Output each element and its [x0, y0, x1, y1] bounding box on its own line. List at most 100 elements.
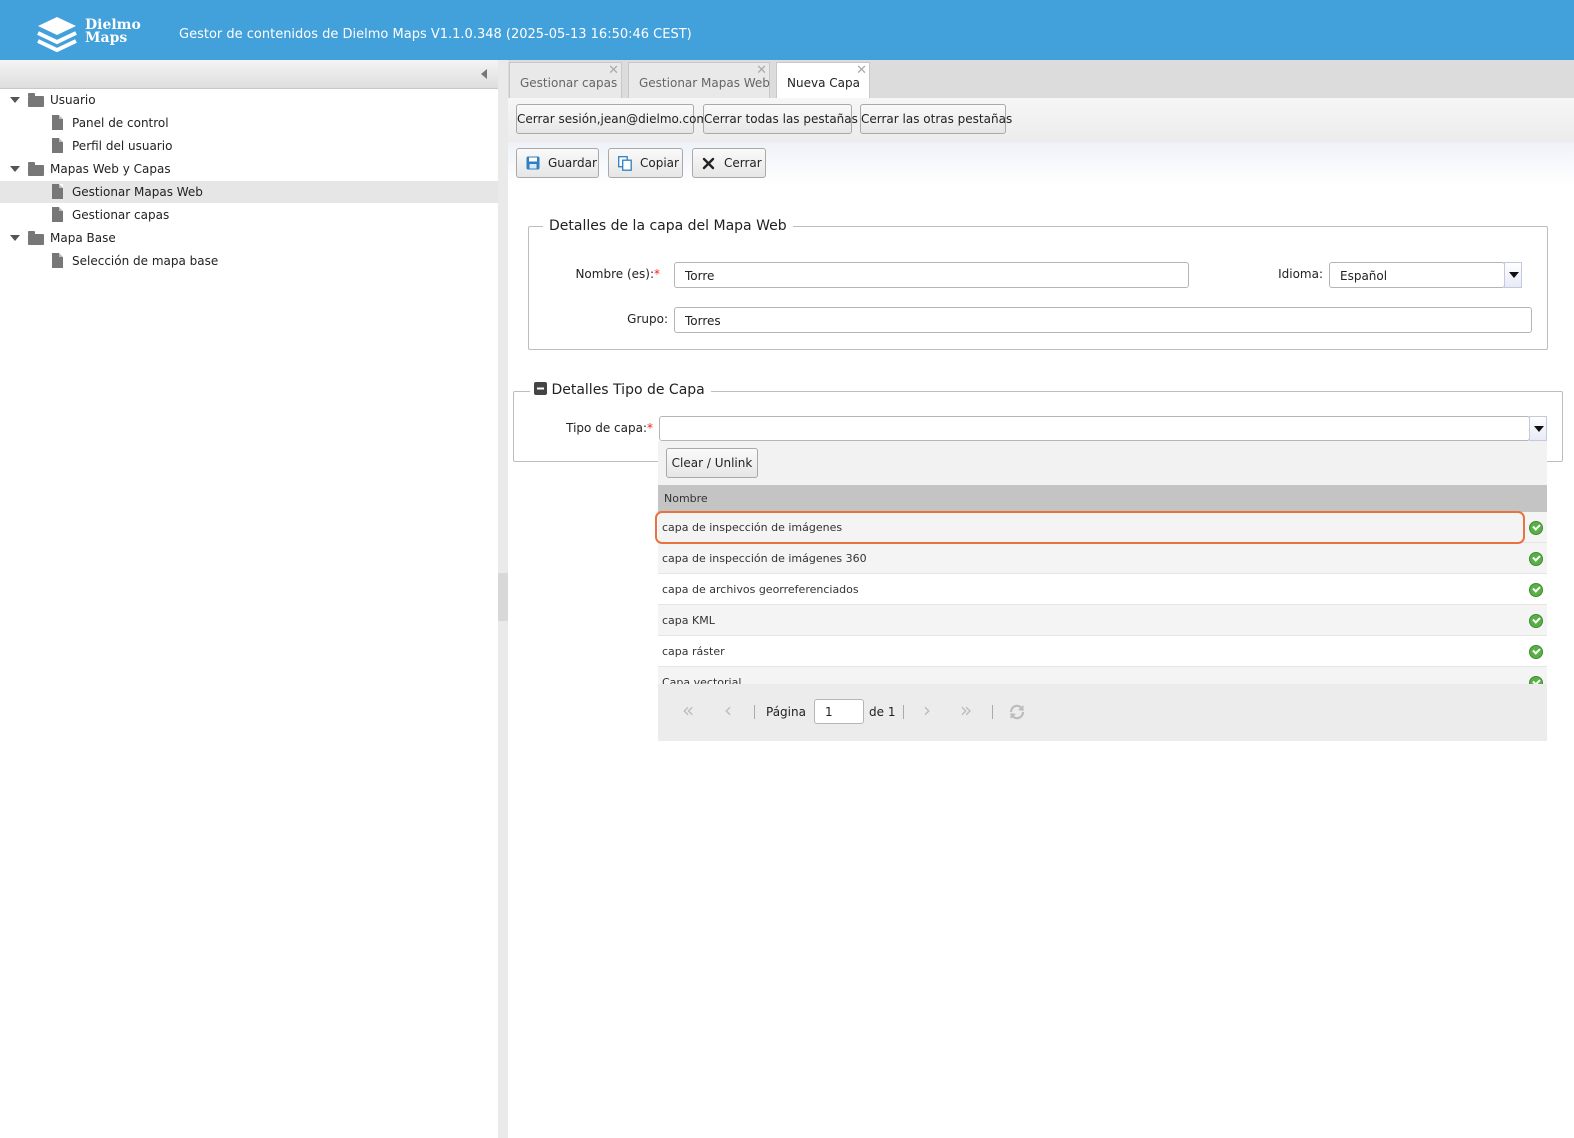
- expand-arrow-icon[interactable]: [10, 166, 20, 172]
- document-icon: [52, 184, 63, 199]
- layer-type-dropdown-icon[interactable]: [1529, 416, 1547, 441]
- check-circle-icon: [1529, 521, 1543, 535]
- document-icon: [52, 207, 63, 222]
- name-label: Nombre (es):*: [560, 267, 660, 281]
- separator: [754, 705, 755, 719]
- next-page-icon[interactable]: ›: [923, 698, 931, 722]
- tree-item-gestionar-capas[interactable]: Gestionar capas: [0, 204, 498, 226]
- layer-type-label-text: Tipo de capa:: [566, 421, 647, 435]
- first-page-icon[interactable]: «: [682, 698, 694, 722]
- copy-label: Copiar: [640, 156, 679, 170]
- required-mark: *: [647, 421, 653, 435]
- folder-open-icon: [28, 231, 44, 245]
- tab-label: Nueva Capa: [787, 76, 860, 90]
- copy-icon: [618, 156, 632, 171]
- app-header: Dielmo Maps Gestor de contenidos de Diel…: [0, 0, 1574, 60]
- check-circle-icon: [1529, 645, 1543, 659]
- navigation-toolbar: [0, 60, 498, 89]
- collapse-panel-icon[interactable]: [481, 69, 487, 79]
- last-page-icon[interactable]: »: [960, 698, 972, 722]
- expand-arrow-icon[interactable]: [10, 97, 20, 103]
- tree-item-gestionar-mapas-web[interactable]: Gestionar Mapas Web: [0, 181, 498, 203]
- tree-item-label: Panel de control: [72, 116, 169, 130]
- document-icon: [52, 253, 63, 268]
- splitter-handle[interactable]: [498, 573, 508, 621]
- page-count-label: de 1: [869, 705, 896, 719]
- check-circle-icon: [1529, 552, 1543, 566]
- tree-item-perfil-del-usuario[interactable]: Perfil del usuario: [0, 135, 498, 157]
- folder-open-icon: [28, 162, 44, 176]
- tree-item-label: Gestionar Mapas Web: [72, 185, 203, 199]
- check-circle-icon: [1529, 614, 1543, 628]
- page-number-input[interactable]: 1: [814, 699, 864, 724]
- tab-gestionar-capas[interactable]: Gestionar capas ✕: [509, 62, 622, 98]
- language-dropdown-icon[interactable]: [1504, 262, 1522, 288]
- dielmo-logo-icon: [37, 17, 77, 53]
- selection-highlight: [655, 511, 1525, 544]
- close-other-tabs-button[interactable]: Cerrar las otras pestañas: [860, 104, 1012, 134]
- expand-arrow-icon[interactable]: [10, 235, 20, 241]
- layer-details-legend: Detalles de la capa del Mapa Web: [543, 218, 793, 234]
- tree-item-mapa-base[interactable]: Mapa Base: [0, 227, 498, 249]
- tab-nueva-capa[interactable]: Nueva Capa ✕: [776, 62, 870, 98]
- tab-label: Gestionar Mapas Web: [639, 76, 770, 90]
- page-label: Página: [766, 705, 806, 719]
- logout-button[interactable]: Cerrar sesión,jean@dielmo.com: [516, 104, 708, 134]
- tree-item-seleccion-de-mapa-base[interactable]: Selección de mapa base: [0, 250, 498, 272]
- brand-name: Dielmo Maps: [85, 18, 141, 46]
- tree-item-label: Usuario: [50, 93, 96, 107]
- tab-bar: Gestionar capas ✕ Gestionar Mapas Web ✕ …: [508, 60, 1574, 98]
- list-item[interactable]: capa KML: [658, 605, 1547, 636]
- previous-page-icon[interactable]: ‹: [724, 698, 732, 722]
- list-item-label: capa KML: [662, 614, 715, 627]
- separator: [992, 705, 993, 719]
- close-icon[interactable]: ✕: [856, 64, 867, 77]
- layer-type-combo[interactable]: [659, 416, 1530, 441]
- brand-line-2: Maps: [85, 30, 128, 46]
- layer-type-legend: Detalles Tipo de Capa: [530, 382, 711, 398]
- navigation-panel: Usuario Panel de control Perfil del usua…: [0, 60, 499, 1138]
- grid-header: Nombre: [658, 485, 1547, 512]
- pagination-toolbar: « ‹ Página 1 de 1 › »: [658, 684, 1547, 741]
- tree-item-panel-de-control[interactable]: Panel de control: [0, 112, 498, 134]
- list-item[interactable]: capa de inspección de imágenes 360: [658, 543, 1547, 574]
- session-toolbar: Cerrar sesión,jean@dielmo.com Cerrar tod…: [508, 98, 1574, 142]
- list-item-label: capa de inspección de imágenes 360: [662, 552, 867, 565]
- close-button[interactable]: Cerrar: [692, 148, 766, 178]
- save-icon: [526, 156, 540, 170]
- folder-open-icon: [28, 93, 44, 107]
- close-all-tabs-button[interactable]: Cerrar todas las pestañas: [703, 104, 858, 134]
- column-header-nombre[interactable]: Nombre: [664, 492, 708, 505]
- close-icon[interactable]: ✕: [608, 64, 619, 77]
- tab-gestionar-mapas-web[interactable]: Gestionar Mapas Web ✕: [628, 62, 770, 98]
- list-item-label: capa de archivos georreferenciados: [662, 583, 859, 596]
- tree-item-label: Mapa Base: [50, 231, 116, 245]
- list-item[interactable]: capa ráster: [658, 636, 1547, 667]
- document-icon: [52, 115, 63, 130]
- language-label: Idioma:: [1278, 267, 1323, 281]
- name-input[interactable]: Torre: [674, 262, 1189, 288]
- close-icon[interactable]: ✕: [756, 64, 767, 77]
- language-select[interactable]: Español: [1329, 262, 1505, 288]
- app-title: Gestor de contenidos de Dielmo Maps V1.1…: [179, 27, 692, 42]
- name-label-text: Nombre (es):: [575, 267, 654, 281]
- close-label: Cerrar: [724, 156, 762, 170]
- collapse-section-icon[interactable]: [534, 382, 547, 395]
- group-input[interactable]: Torres: [674, 307, 1532, 333]
- save-button[interactable]: Guardar: [516, 148, 599, 178]
- close-x-icon: [702, 157, 715, 170]
- save-label: Guardar: [548, 156, 597, 170]
- action-toolbar: Guardar Copiar Cerrar: [508, 142, 1574, 186]
- separator: [903, 705, 904, 719]
- clear-unlink-button[interactable]: Clear / Unlink: [666, 448, 758, 478]
- document-icon: [52, 138, 63, 153]
- layer-type-legend-text: Detalles Tipo de Capa: [551, 382, 705, 398]
- list-item[interactable]: Capa vectorial: [658, 667, 1547, 684]
- tree-item-label: Perfil del usuario: [72, 139, 173, 153]
- copy-button[interactable]: Copiar: [608, 148, 683, 178]
- refresh-icon[interactable]: [1008, 703, 1026, 721]
- list-item[interactable]: capa de archivos georreferenciados: [658, 574, 1547, 605]
- tree-item-usuario[interactable]: Usuario: [0, 89, 498, 111]
- tree-item-mapas-web-y-capas[interactable]: Mapas Web y Capas: [0, 158, 498, 180]
- layer-type-dropdown: Clear / Unlink Nombre capa de inspección…: [658, 441, 1547, 741]
